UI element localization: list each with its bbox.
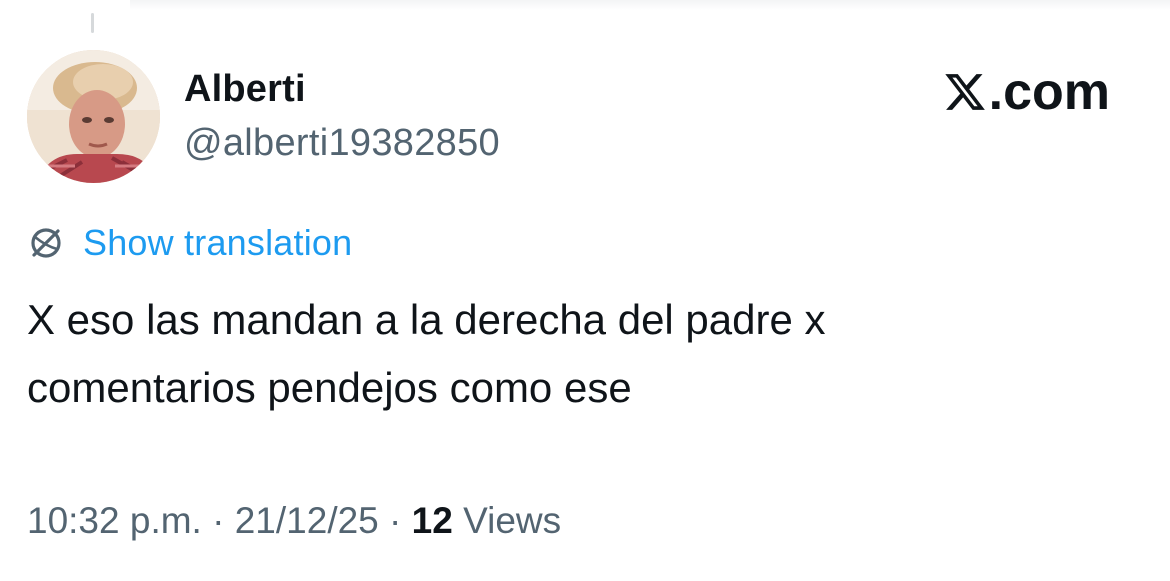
tweet-time[interactable]: 10:32 p.m. (27, 500, 202, 542)
avatar[interactable] (27, 50, 160, 183)
brand-domain: .com (988, 63, 1110, 121)
brand-watermark: .com (943, 62, 1110, 122)
views-count: 12 (411, 500, 453, 541)
tweet-metadata: 10:32 p.m. · 21/12/25 · 12 Views (27, 500, 561, 542)
user-handle[interactable]: @alberti19382850 (184, 122, 500, 165)
meta-separator: · (378, 500, 412, 541)
top-fade (130, 0, 1170, 10)
translation-row[interactable]: Show translation (27, 222, 352, 264)
tweet-card: Alberti @alberti19382850 .com Show trans… (0, 0, 1170, 581)
views-label: Views (463, 500, 562, 541)
show-translation-link[interactable]: Show translation (83, 222, 352, 264)
views-spacer (453, 500, 463, 542)
tweet-text-line: X eso las mandan a la derecha del padre … (27, 296, 826, 343)
meta-separator: · (201, 500, 235, 541)
tweet-text-line: comentarios pendejos como ese (27, 364, 632, 411)
globe-icon (31, 228, 61, 258)
x-logo-icon (944, 74, 985, 110)
tweet-date[interactable]: 21/12/25 (235, 500, 379, 542)
thread-line (91, 13, 94, 33)
avatar-image (27, 50, 160, 183)
display-name[interactable]: Alberti (184, 68, 306, 111)
tweet-text: X eso las mandan a la derecha del padre … (27, 286, 1127, 422)
